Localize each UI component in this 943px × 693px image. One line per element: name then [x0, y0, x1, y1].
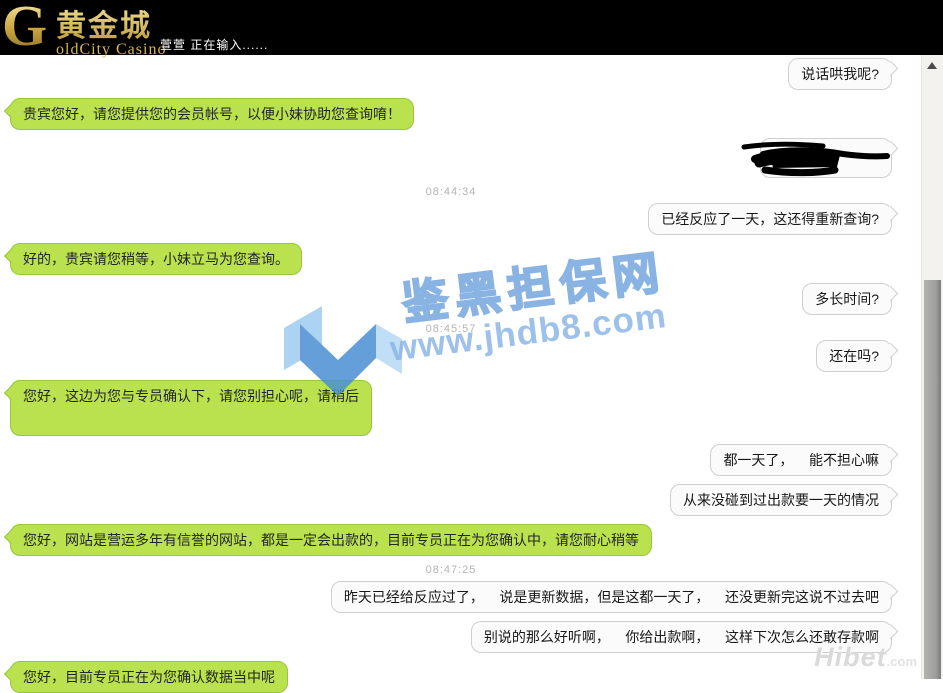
- chat-bubble-agent: 您好，网站是营运多年有信誉的网站，都是一定会出款的，目前专员正在为您确认中，请您…: [10, 524, 652, 556]
- typing-indicator: 萱萱 正在输入......: [160, 36, 268, 53]
- app-header: G 黄金城 oldCity Casino 萱萱 正在输入......: [0, 0, 943, 55]
- hibet-watermark: Hibet.com: [814, 642, 917, 673]
- scroll-up-button[interactable]: [923, 57, 941, 73]
- scrollbar-thumb[interactable]: [924, 280, 941, 679]
- brand-name-cn: 黄金城: [56, 1, 166, 45]
- chat-bubble-user: 还在吗?: [816, 340, 892, 372]
- chat-bubble-user: 昨天已经给反应过了， 说是更新数据，但是这都一天了， 还没更新完这说不过去吧: [331, 581, 892, 613]
- chat-bubble-user: 都一天了， 能不担心嘛: [710, 444, 892, 476]
- chat-bubble-user: 说话哄我呢?: [788, 58, 892, 90]
- chat-bubble-user: 已经反应了一天，这还得重新查询?: [648, 203, 892, 235]
- brand-block: 黄金城 oldCity Casino: [56, 1, 166, 59]
- brand-name-en: oldCity Casino: [56, 41, 166, 59]
- chat-bubble-agent: 贵宾您好，请您提供您的会员帐号，以便小妹协助您查询唷！: [10, 98, 414, 130]
- chat-bubble-user-redacted-image: [760, 138, 892, 178]
- chat-message-list: 说话哄我呢? 贵宾您好，请您提供您的会员帐号，以便小妹协助您查询唷！ 08:44…: [0, 55, 922, 679]
- redaction-scribble: [743, 137, 891, 179]
- timestamp: 08:45:57: [426, 323, 477, 335]
- timestamp: 08:44:34: [426, 186, 477, 198]
- chat-bubble-agent: 好的，贵宾请您稍等，小妹立马为您查询。: [10, 243, 302, 275]
- casino-logo-icon: G: [2, 0, 47, 59]
- hibet-watermark-suffix: .com: [887, 654, 917, 669]
- timestamp: 08:47:25: [426, 564, 477, 576]
- chat-scrollbar[interactable]: [921, 55, 943, 679]
- chat-bubble-agent: 您好，目前专员正在为您确认数据当中呢: [10, 661, 288, 693]
- chat-bubble-agent: 您好，这边为您与专员确认下，请您别担心呢，请稍后: [10, 380, 372, 436]
- hibet-watermark-text: Hibet: [814, 642, 887, 672]
- chat-bubble-user: 多长时间?: [802, 283, 892, 315]
- scroll-up-arrow-icon: [927, 62, 937, 69]
- chat-bubble-user: 从来没碰到过出款要一天的情况: [670, 484, 892, 516]
